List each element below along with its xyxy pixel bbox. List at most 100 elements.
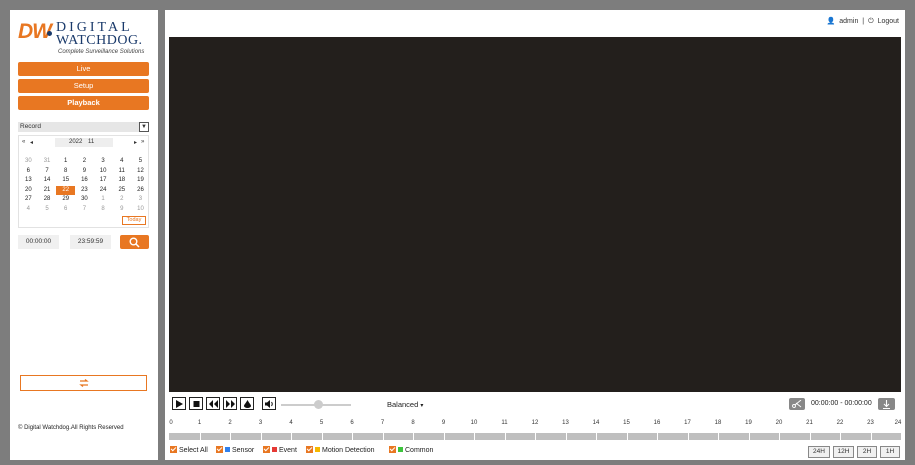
nav-setup-button[interactable]: Setup xyxy=(18,79,149,93)
play-button[interactable] xyxy=(172,397,186,410)
timeline-hour-divider xyxy=(352,433,353,440)
logout-link[interactable]: Logout xyxy=(878,18,899,25)
calendar-day[interactable]: 9 xyxy=(75,167,94,177)
nav-playback-button[interactable]: Playback xyxy=(18,96,149,110)
timeline-hour-label: 17 xyxy=(684,420,691,426)
event-checkbox[interactable]: Event xyxy=(263,446,297,454)
event-color-swatch xyxy=(272,447,277,452)
next-month-icon[interactable]: ▸ xyxy=(134,139,137,146)
calendar-day[interactable]: 28 xyxy=(38,195,57,205)
timeline-hour-divider xyxy=(535,433,536,440)
download-button[interactable] xyxy=(878,398,895,410)
calendar-month[interactable]: 11 xyxy=(88,139,94,145)
prev-year-icon[interactable]: « xyxy=(22,139,25,145)
calendar-day[interactable]: 11 xyxy=(112,167,131,177)
calendar-day[interactable]: 31 xyxy=(38,157,57,167)
calendar-day[interactable]: 9 xyxy=(112,205,131,215)
clip-button[interactable] xyxy=(789,398,805,410)
calendar-day[interactable]: 23 xyxy=(75,186,94,196)
search-button[interactable] xyxy=(120,235,149,249)
timeline-hour-divider xyxy=(565,433,567,440)
zoom-24h-button[interactable]: 24H xyxy=(808,446,830,458)
calendar-day[interactable]: 19 xyxy=(131,176,150,186)
calendar-day[interactable]: 6 xyxy=(19,167,38,177)
calendar-day[interactable]: 2 xyxy=(75,157,94,167)
calendar-day[interactable]: 8 xyxy=(94,205,113,215)
calendar-week: 4 5 6 7 8 9 10 xyxy=(19,205,150,215)
calendar-day[interactable]: 12 xyxy=(131,167,150,177)
volume-knob[interactable] xyxy=(314,400,323,409)
record-type-value: Record xyxy=(20,123,41,130)
calendar-day[interactable]: 6 xyxy=(56,205,75,215)
timeline-hour-divider xyxy=(443,433,445,440)
calendar-day[interactable]: 27 xyxy=(19,195,38,205)
timeline-hour-label: 11 xyxy=(501,420,508,426)
calendar-day[interactable]: 22 xyxy=(56,185,76,195)
calendar-day[interactable]: 4 xyxy=(112,157,131,167)
calendar-day[interactable]: 29 xyxy=(56,195,75,205)
power-icon[interactable]: ⏻ xyxy=(868,18,874,25)
sidebar: DW DIGITAL WATCHDOG. Complete Surveillan… xyxy=(10,10,158,460)
calendar-day[interactable]: 3 xyxy=(94,157,113,167)
today-button[interactable]: Today xyxy=(122,216,146,225)
zoom-1h-button[interactable]: 1H xyxy=(880,446,900,458)
timeline-hour-divider xyxy=(687,433,689,440)
record-type-select[interactable]: Record ▼ xyxy=(18,122,149,132)
calendar-day[interactable]: 13 xyxy=(19,176,38,186)
calendar-day[interactable]: 25 xyxy=(112,186,131,196)
calendar-day[interactable]: 5 xyxy=(38,205,57,215)
sensor-checkbox[interactable]: Sensor xyxy=(216,446,254,454)
quality-select[interactable]: Balanced ▾ xyxy=(387,400,423,409)
calendar-day[interactable]: 4 xyxy=(19,205,38,215)
calendar-day[interactable]: 24 xyxy=(94,186,113,196)
calendar-day[interactable]: 1 xyxy=(56,157,75,167)
timeline-hour-divider xyxy=(382,433,384,440)
prev-month-icon[interactable]: ◂ xyxy=(30,139,33,146)
slow-button[interactable] xyxy=(206,397,220,410)
timeline-hour-divider xyxy=(840,433,841,440)
start-time-field[interactable]: 00:00:00 xyxy=(18,235,59,249)
calendar-day[interactable]: 8 xyxy=(56,167,75,177)
calendar-day[interactable]: 10 xyxy=(131,205,150,215)
swap-button[interactable] xyxy=(20,375,147,391)
calendar-day[interactable]: 17 xyxy=(94,176,113,186)
fast-button[interactable] xyxy=(223,397,237,410)
zoom-12h-button[interactable]: 12H xyxy=(833,446,854,458)
calendar-day[interactable]: 20 xyxy=(19,186,38,196)
calendar-day[interactable]: 18 xyxy=(112,176,131,186)
select-all-checkbox[interactable]: Select All xyxy=(170,446,208,454)
calendar-day[interactable]: 10 xyxy=(94,167,113,177)
calendar-day[interactable]: 30 xyxy=(75,195,94,205)
next-year-icon[interactable]: » xyxy=(141,139,144,145)
frame-button[interactable] xyxy=(240,397,254,410)
audio-button[interactable] xyxy=(262,397,276,410)
copyright-text: © Digital Watchdog.All Rights Reserved xyxy=(18,425,124,431)
timeline[interactable]: 0 1 2 3 4 5 6 7 8 9 10 11 12 13 14 15 16 17 18 19 20 21 22 23 24 xyxy=(169,420,901,444)
calendar-day[interactable]: 7 xyxy=(38,167,57,177)
timeline-hour-divider xyxy=(779,433,780,440)
username[interactable]: admin xyxy=(839,18,858,25)
calendar-day[interactable]: 1 xyxy=(94,195,113,205)
end-time-field[interactable]: 23:59:59 xyxy=(70,235,111,249)
calendar-day[interactable]: 2 xyxy=(112,195,131,205)
calendar-day[interactable]: 5 xyxy=(131,157,150,167)
calendar-year[interactable]: 2022 xyxy=(69,139,82,145)
zoom-2h-button[interactable]: 2H xyxy=(857,446,877,458)
timeline-hour-label: 3 xyxy=(258,420,263,426)
calendar-day[interactable]: 21 xyxy=(38,186,57,196)
motion-checkbox[interactable]: Motion Detection xyxy=(306,446,375,454)
calendar-day[interactable]: 15 xyxy=(56,176,75,186)
calendar-day[interactable]: 3 xyxy=(131,195,150,205)
calendar-day[interactable]: 26 xyxy=(131,186,150,196)
calendar-day[interactable]: 30 xyxy=(19,157,38,167)
calendar-day[interactable]: 7 xyxy=(75,205,94,215)
calendar-day[interactable]: 14 xyxy=(38,176,57,186)
video-viewport[interactable] xyxy=(169,37,901,392)
stop-button[interactable] xyxy=(189,397,203,410)
calendar-day[interactable]: 16 xyxy=(75,176,94,186)
timeline-hour-label: 22 xyxy=(836,420,844,426)
playback-main: 👤 admin | ⏻ Logout Balanced ▾ 00:00:00 -… xyxy=(165,10,905,460)
common-checkbox[interactable]: Common xyxy=(389,446,433,454)
nav-live-button[interactable]: Live xyxy=(18,62,149,76)
chevron-down-icon[interactable]: ▼ xyxy=(139,122,149,132)
